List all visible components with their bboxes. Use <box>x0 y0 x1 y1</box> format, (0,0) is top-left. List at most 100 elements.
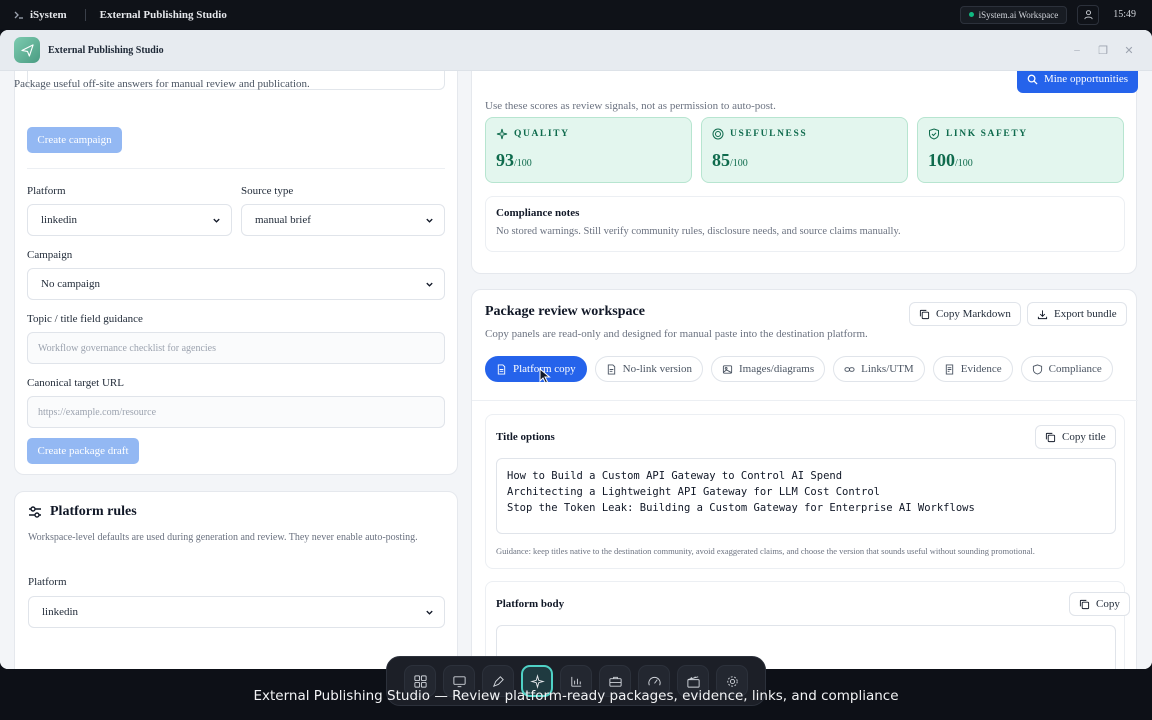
system-bar: iSystem External Publishing Studio iSyst… <box>0 0 1152 29</box>
briefcase-icon <box>608 676 622 687</box>
tab-images-diagrams[interactable]: Images/diagrams <box>711 356 826 382</box>
copy-icon <box>919 309 930 319</box>
quality-score-card: QUALITY 93/100 <box>485 117 692 183</box>
close-button[interactable]: ✕ <box>1124 44 1134 57</box>
rules-platform-label: Platform <box>28 576 67 588</box>
compliance-notes-title: Compliance notes <box>496 207 580 219</box>
chevron-down-icon <box>426 282 433 287</box>
usefulness-value: 85 <box>712 150 730 170</box>
link-icon <box>844 366 855 372</box>
gear-icon <box>726 675 738 687</box>
rules-platform-select[interactable]: linkedin <box>28 596 445 628</box>
copy-title-label: Copy title <box>1062 431 1106 443</box>
bar-chart-icon <box>570 676 581 687</box>
source-type-select[interactable]: manual brief <box>241 204 445 236</box>
platform-rules-description: Workspace-level defaults are used during… <box>28 532 418 543</box>
chevron-down-icon <box>213 218 220 223</box>
rules-platform-value: linkedin <box>42 606 79 618</box>
workspace-badge[interactable]: iSystem.ai Workspace <box>959 5 1068 24</box>
compliance-notes-text: No stored warnings. Still verify communi… <box>496 226 901 237</box>
export-bundle-button[interactable]: Export bundle <box>1027 302 1127 326</box>
copy-body-label: Copy <box>1096 598 1120 610</box>
canonical-url-placeholder: https://example.com/resource <box>38 406 157 418</box>
monitor-icon <box>452 675 466 687</box>
platform-label: Platform <box>27 185 66 197</box>
topic-input[interactable]: Workflow governance checklist for agenci… <box>27 332 445 364</box>
right-column: Use these scores as review signals, not … <box>471 71 1152 669</box>
package-review-card: Package review workspace Copy panels are… <box>471 289 1138 669</box>
caption: External Publishing Studio — Review plat… <box>253 688 899 704</box>
tab-label: Compliance <box>1048 363 1102 375</box>
tab-label: Links/UTM <box>861 363 914 375</box>
unlink-doc-icon <box>607 363 615 375</box>
source-type-label: Source type <box>241 185 294 197</box>
user-button[interactable] <box>1077 4 1100 25</box>
mine-opportunities-button[interactable]: Mine opportunities <box>1016 71 1138 93</box>
minimize-button[interactable]: – <box>1072 44 1082 57</box>
search-icon <box>1027 74 1038 85</box>
scores-note: Use these scores as review signals, not … <box>485 100 776 112</box>
shield-icon <box>1032 363 1042 375</box>
app-window: External Publishing Studio – ❐ ✕ Create … <box>0 30 1152 669</box>
tab-evidence[interactable]: Evidence <box>932 356 1013 382</box>
canonical-url-input[interactable]: https://example.com/resource <box>27 396 445 428</box>
title-options-panel: Title options Copy title How to Build a … <box>485 414 1125 569</box>
copy-icon <box>1045 432 1056 442</box>
tab-platform-copy[interactable]: Platform copy <box>485 356 587 382</box>
tab-compliance[interactable]: Compliance <box>1020 356 1113 382</box>
terminal-icon <box>14 11 23 19</box>
package-tabs: Platform copy No-link version Images/dia… <box>485 356 1113 382</box>
topic-label: Topic / title field guidance <box>27 313 143 325</box>
clock: 15:49 <box>1113 9 1136 20</box>
tab-links-utm[interactable]: Links/UTM <box>833 356 925 382</box>
campaign-select[interactable]: No campaign <box>27 268 445 300</box>
usefulness-suffix: /100 <box>730 158 748 169</box>
link-safety-value: 100 <box>928 150 955 170</box>
campaign-value: No campaign <box>41 278 100 290</box>
document-icon <box>497 363 506 375</box>
link-safety-label: LINK SAFETY <box>946 129 1028 139</box>
usefulness-score-card: USEFULNESS 85/100 <box>701 117 908 183</box>
scores-card: Use these scores as review signals, not … <box>471 71 1137 274</box>
create-package-draft-button[interactable]: Create package draft <box>27 438 139 464</box>
usefulness-label: USEFULNESS <box>730 129 808 139</box>
active-app-title: External Publishing Studio <box>99 8 227 21</box>
platform-select[interactable]: linkedin <box>27 204 232 236</box>
send-icon <box>20 43 34 57</box>
sliders-icon <box>29 506 41 518</box>
divider <box>84 8 86 21</box>
brand[interactable]: iSystem <box>14 9 67 21</box>
platform-value: linkedin <box>41 214 78 226</box>
status-dot-icon <box>968 12 974 17</box>
tab-label: Evidence <box>960 363 1002 375</box>
platform-body-label: Platform body <box>496 598 565 610</box>
app-icon <box>14 37 40 63</box>
window-title: External Publishing Studio <box>48 44 164 56</box>
copy-icon <box>1079 599 1090 609</box>
canonical-url-label: Canonical target URL <box>27 377 124 389</box>
tab-label: No-link version <box>622 363 692 375</box>
mouse-cursor-icon <box>539 368 551 384</box>
title-guidance: Guidance: keep titles native to the dest… <box>496 546 1035 556</box>
maximize-button[interactable]: ❐ <box>1098 44 1108 57</box>
package-review-title: Package review workspace <box>485 304 645 319</box>
copy-title-button[interactable]: Copy title <box>1035 425 1116 449</box>
tab-no-link-version[interactable]: No-link version <box>594 356 703 382</box>
compliance-notes: Compliance notes No stored warnings. Sti… <box>485 196 1125 252</box>
sparkle-icon <box>496 128 508 140</box>
tab-label: Images/diagrams <box>739 363 815 375</box>
gauge-icon <box>647 676 661 685</box>
grid-icon <box>413 674 427 688</box>
platform-rules-title: Platform rules <box>50 504 137 519</box>
create-campaign-button[interactable]: Create campaign <box>27 127 122 153</box>
left-column: Create campaign Platform linkedin Source… <box>0 71 470 669</box>
source-type-value: manual brief <box>255 214 311 226</box>
pen-icon <box>492 675 504 687</box>
brand-label: iSystem <box>30 8 67 21</box>
copy-markdown-button[interactable]: Copy Markdown <box>909 302 1021 326</box>
copy-body-button[interactable]: Copy <box>1069 592 1130 616</box>
download-icon <box>1037 309 1048 319</box>
package-form-card: Create campaign Platform linkedin Source… <box>14 71 458 475</box>
divider <box>472 400 1138 401</box>
title-options-textarea[interactable]: How to Build a Custom API Gateway to Con… <box>496 458 1116 534</box>
